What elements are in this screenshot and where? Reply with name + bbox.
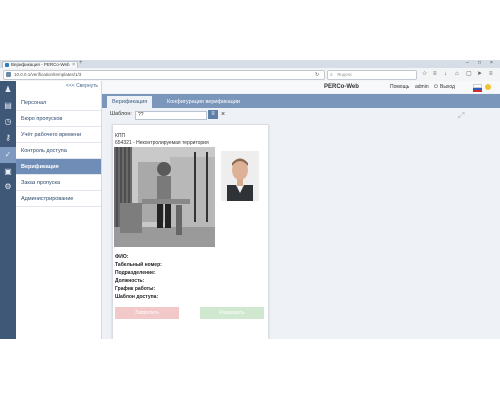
favicon-icon [5, 63, 9, 67]
template-label: Шаблон: [110, 111, 132, 117]
deny-button[interactable]: Запретить [115, 307, 179, 319]
gear-icon[interactable]: ⚙ [3, 182, 13, 192]
clock-icon[interactable]: ◷ [3, 117, 13, 127]
clear-template-icon[interactable]: × [221, 110, 225, 119]
collapse-sidebar-link[interactable]: <<< Свернуть [66, 83, 98, 89]
main-content: PERCo-Web Помощь admin ⏻ Выход Верификац… [102, 81, 500, 339]
browser-tab-strip: Верификация - PERCo-Web × + – □ × [0, 60, 500, 69]
sidebar-item-access-control[interactable]: Контроль доступа [16, 143, 101, 159]
key-icon[interactable]: ⚷ [3, 133, 13, 143]
tab-verification[interactable]: Верификация [107, 96, 153, 108]
logout-icon[interactable]: ⏻ [434, 81, 438, 93]
bookmark-star-icon[interactable]: ☆ [422, 71, 427, 78]
template-input[interactable]: ?? [135, 111, 207, 120]
verification-card: КПП 654321 - Неконтролируемая территория [112, 124, 269, 339]
person-icon[interactable]: ♟ [3, 85, 13, 95]
maximize-button[interactable]: □ [478, 60, 481, 67]
help-link[interactable]: Помощь [390, 81, 409, 93]
home-icon[interactable]: ⌂ [455, 71, 459, 78]
field-full-name: ФИО: [115, 254, 129, 260]
field-position: Должность: [115, 278, 145, 284]
field-work-schedule: График работы: [115, 286, 156, 292]
tab-verification-config[interactable]: Конфигурация верификации [162, 96, 245, 108]
sidebar-item-verification[interactable]: Верификация [16, 159, 101, 175]
field-access-template: Шаблон доступа: [115, 294, 159, 300]
app-header: PERCo-Web Помощь admin ⏻ Выход [102, 81, 500, 93]
browser-toolbar: 10.0.0.1/verification/templates/1/3 ↻ ⌕ … [0, 68, 500, 82]
search-icon: ⌕ [330, 72, 333, 78]
open-external-icon[interactable]: ⤢ [458, 111, 464, 121]
download-icon[interactable]: ↓ [444, 71, 447, 78]
user-name[interactable]: admin [415, 81, 429, 93]
url-text: 10.0.0.1/verification/templates/1/3 [14, 72, 82, 77]
minimize-button[interactable]: – [466, 60, 469, 67]
person-fields: ФИО: Табельный номер: Подразделение: Дол… [115, 253, 162, 301]
tabs-bar: Верификация Конфигурация верификации [102, 94, 500, 108]
bookmarks-list-icon[interactable]: ≡ [433, 71, 437, 78]
sidebar-item-pass-office[interactable]: Бюро пропусков [16, 111, 101, 127]
sidebar-icon-strip: ♟ ▤ ◷ ⚷ ✓ ▣ ⚙ [0, 81, 16, 339]
person-photo [221, 151, 259, 201]
sidebar-menu: <<< Свернуть Персонал Бюро пропусков Учё… [16, 81, 102, 339]
field-department: Подразделение: [115, 270, 156, 276]
logout-link[interactable]: Выход [440, 81, 455, 93]
search-input[interactable]: ⌕ Яндекс [327, 70, 417, 80]
status-indicator-icon [485, 84, 491, 90]
device-name: КПП [115, 133, 126, 139]
menu-icon[interactable]: ≡ [489, 71, 493, 78]
address-bar[interactable]: 10.0.0.1/verification/templates/1/3 ↻ [3, 70, 325, 80]
template-row: Шаблон: ?? ≡ × ⤢ [102, 108, 500, 122]
template-list-button[interactable]: ≡ [208, 110, 218, 119]
id-card-icon[interactable]: ▤ [3, 101, 13, 111]
sidebar-item-time-tracking[interactable]: Учёт рабочего времени [16, 127, 101, 143]
close-window-button[interactable]: × [490, 60, 493, 67]
verification-icon[interactable]: ✓ [0, 147, 16, 163]
camera-snapshot [114, 147, 215, 247]
allow-button[interactable]: Разрешить [200, 307, 264, 319]
sidebar-item-pass-order[interactable]: Заказ пропуска [16, 175, 101, 191]
reload-icon[interactable]: ↻ [315, 71, 319, 79]
browser-window: Верификация - PERCo-Web × + – □ × 10.0.0… [0, 60, 500, 339]
field-employee-number: Табельный номер: [115, 262, 162, 268]
language-flag-icon[interactable] [473, 84, 482, 92]
sidebar-item-personnel[interactable]: Персонал [16, 95, 101, 111]
brand-title: PERCo-Web [324, 84, 359, 90]
share-icon[interactable]: ➤ [477, 71, 482, 78]
site-icon [6, 72, 11, 77]
pass-order-icon[interactable]: ▣ [3, 167, 13, 177]
search-placeholder: Яндекс [337, 72, 353, 77]
new-tab-button[interactable]: + [79, 60, 83, 67]
chat-icon[interactable]: ▢ [466, 71, 472, 78]
sidebar-item-administration[interactable]: Администрирование [16, 191, 101, 207]
device-zone: 654321 - Неконтролируемая территория [115, 140, 209, 146]
